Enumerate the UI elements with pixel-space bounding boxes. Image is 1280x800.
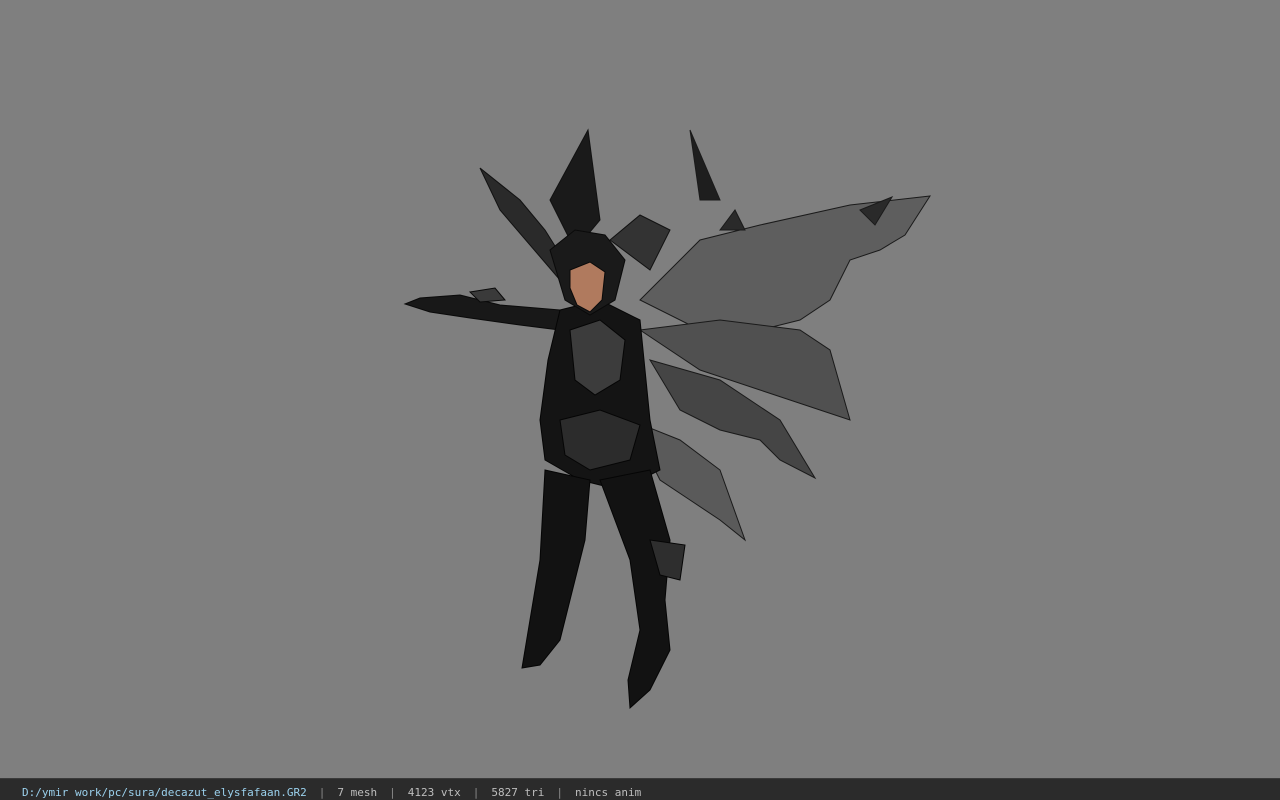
legs <box>521 469 686 710</box>
separator: | <box>389 786 396 799</box>
mesh-count: 7 mesh <box>337 786 378 799</box>
triangle-count: 5827 tri <box>491 786 545 799</box>
vertex-count: 4123 vtx <box>407 786 461 799</box>
right-wing <box>628 129 931 542</box>
status-bar: D:/ymir work/pc/sura/decazut_elysfafaan.… <box>0 778 1280 800</box>
separator: | <box>556 786 563 799</box>
separator: | <box>318 786 326 799</box>
character-model[interactable] <box>0 0 1280 778</box>
left-arm <box>403 287 561 331</box>
file-path: D:/ymir work/pc/sura/decazut_elysfafaan.… <box>22 786 307 799</box>
animation-status: nincs anim <box>575 786 642 799</box>
separator: | <box>472 786 480 799</box>
torso <box>539 299 661 491</box>
3d-viewport[interactable] <box>0 0 1280 778</box>
